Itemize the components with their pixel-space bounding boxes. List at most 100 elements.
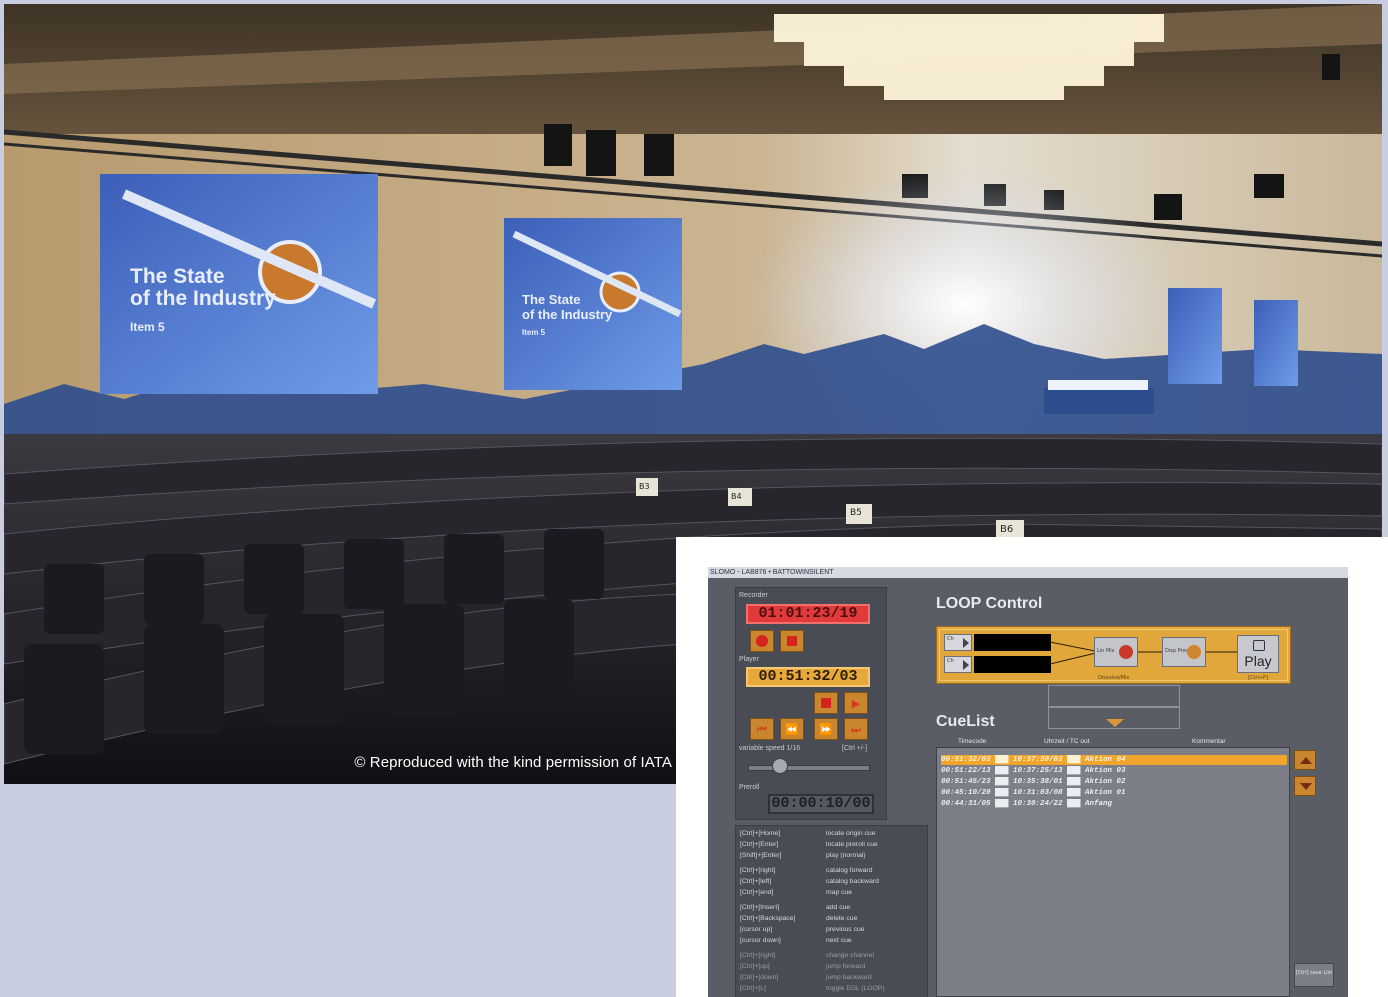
preroll-label: Preroll xyxy=(739,784,760,791)
slomo-app-frame: SLOMO - LAB876 • BATTOWINSILENT Recorder… xyxy=(676,537,1388,997)
slide2-title-line1: The State xyxy=(522,292,581,307)
shortcut-key: [Ctrl]+[Enter] xyxy=(740,841,779,848)
slide2-title-line2: of the Industry xyxy=(522,307,613,322)
cuelist-title: CueList xyxy=(936,713,995,730)
channel-2[interactable]: Ch xyxy=(944,656,1051,673)
shortcut-action: locate preroll cue xyxy=(826,841,878,848)
seat-label-b6: B6 xyxy=(1000,524,1014,535)
cue-row[interactable]: 00:45:10/20 ███ 10:31:03/08 ███ Aktion 0… xyxy=(941,788,1287,798)
loop-drop-target-2[interactable] xyxy=(1048,707,1180,729)
channel-2-label: Ch xyxy=(947,658,954,664)
preroll-timecode: 00:00:10/00 xyxy=(768,794,874,814)
slider-track xyxy=(748,765,870,771)
disp-proc-node[interactable]: Disp Proc xyxy=(1162,637,1206,667)
slide-1-text: The State of the Industry Item 5 xyxy=(130,266,276,338)
shortcut-action: previous cue xyxy=(826,926,865,933)
dissolve-label: Dissolve/Mix xyxy=(1098,675,1130,681)
cue-up-button[interactable] xyxy=(1294,750,1316,770)
shortcut-key: [Ctrl]+[end] xyxy=(740,889,774,896)
record-button[interactable] xyxy=(750,630,774,652)
slide-title-line2: of the Industry xyxy=(130,287,276,310)
loop-play-shortcut: [Ctrl+P] xyxy=(1247,675,1268,681)
shortcut-action: locate origin cue xyxy=(826,830,876,837)
shortcut-action: change channel xyxy=(826,952,874,959)
save-list-button[interactable]: [Ctrl] save List xyxy=(1294,963,1334,987)
stop-icon xyxy=(821,698,831,708)
loop-play-button[interactable]: Play xyxy=(1237,635,1279,673)
shortcut-key: [Ctrl]+[up] xyxy=(740,963,770,970)
loop-connector-3 xyxy=(1206,651,1238,653)
rewind-button[interactable]: ⏪ xyxy=(780,718,804,740)
cue-row[interactable]: 00:51:45/23 ███ 10:35:38/01 ███ Aktion 0… xyxy=(941,777,1287,787)
col-timecode: Timecode xyxy=(958,738,987,745)
skip-start-button[interactable]: ⏮ xyxy=(750,718,774,740)
channel-2-preview xyxy=(974,656,1051,673)
shortcut-key: [Ctrl]+[right] xyxy=(740,867,776,874)
slide-title-line1: The State xyxy=(130,265,225,288)
fast-forward-button[interactable]: ⏩ xyxy=(814,718,838,740)
record-stop-button[interactable] xyxy=(780,630,804,652)
shortcut-key: [Ctrl]+[L] xyxy=(740,985,766,992)
transport-panel: Recorder 01:01:23/19 Player 00:51:32/03 … xyxy=(735,587,887,820)
loop-control-box: Ch Ch Lin Mix Disp Proc Dissolve/Mix Pla… xyxy=(936,626,1291,684)
rewind-icon: ⏪ xyxy=(785,722,799,736)
channel-1[interactable]: Ch xyxy=(944,634,1051,651)
seat-label-b5: B5 xyxy=(850,508,862,518)
shortcut-key: [Ctrl]+[right] xyxy=(740,952,776,959)
shortcut-action: catalog forward xyxy=(826,867,873,874)
slide-2-text: The State of the Industry Item 5 xyxy=(522,292,612,340)
slide-subtitle: Item 5 xyxy=(130,320,165,334)
mix-icon xyxy=(1119,645,1133,659)
shortcut-action: jump backward xyxy=(826,974,872,981)
lin-mix-label: Lin Mix xyxy=(1097,648,1115,654)
stop-icon xyxy=(787,636,797,646)
slide2-subtitle: Item 5 xyxy=(522,328,546,337)
skip-end-button[interactable]: ⏭ xyxy=(844,718,868,740)
skip-start-icon: ⏮ xyxy=(757,722,767,736)
cue-row[interactable]: 00:51:22/13 ███ 10:37:25/13 ███ Aktion 0… xyxy=(941,766,1287,776)
play-button[interactable]: ▶ xyxy=(844,692,868,714)
shortcut-action: delete cue xyxy=(826,915,858,922)
arrow-down-icon xyxy=(1300,783,1312,790)
channel-1-selector[interactable]: Ch xyxy=(944,634,972,651)
loop-inner: Ch Ch Lin Mix Disp Proc Dissolve/Mix Pla… xyxy=(939,629,1288,681)
variable-speed-slider[interactable] xyxy=(744,755,874,779)
loop-control-title: LOOP Control xyxy=(936,595,1043,612)
channel-2-selector[interactable]: Ch xyxy=(944,656,972,673)
variable-speed-label: variable speed 1/16 xyxy=(739,745,801,752)
channel-1-preview xyxy=(974,634,1051,651)
seat-label-b3: B3 xyxy=(639,482,650,491)
cue-row[interactable]: 00:51:32/03 ███ 10:37:39/03 ███ Aktion 0… xyxy=(941,755,1287,765)
recorder-timecode: 01:01:23/19 xyxy=(746,604,870,624)
cue-down-button[interactable] xyxy=(1294,776,1316,796)
shortcut-key: [Ctrl]+[Home] xyxy=(740,830,781,837)
shortcut-panel: [Ctrl]+[Home] locate origin cue [Ctrl]+[En… xyxy=(735,825,928,997)
arrow-right-icon xyxy=(963,638,969,648)
channel-1-label: Ch xyxy=(947,636,954,642)
photo-credit: © Reproduced with the kind permission of… xyxy=(354,754,672,771)
fast-forward-icon: ⏩ xyxy=(819,722,833,736)
record-icon xyxy=(756,635,768,647)
lin-mix-node[interactable]: Lin Mix xyxy=(1094,637,1138,667)
col-comment: Kommentar xyxy=(1192,738,1226,745)
shortcut-key: [Ctrl]+[down] xyxy=(740,974,779,981)
shortcut-action: map cue xyxy=(826,889,853,896)
disp-proc-label: Disp Proc xyxy=(1165,648,1189,654)
slider-knob[interactable] xyxy=(772,758,788,774)
loop-drop-target[interactable] xyxy=(1048,685,1180,707)
chevron-down-icon xyxy=(1106,719,1124,727)
cuelist[interactable]: 00:51:32/03 ███ 10:37:39/03 ███ Aktion 0… xyxy=(936,747,1290,997)
cue-row[interactable]: 00:44:31/05 ███ 10:30:24/22 ███ Anfang xyxy=(941,799,1287,809)
arrow-right-icon xyxy=(963,660,969,670)
seat-label-b4: B4 xyxy=(731,492,742,501)
play-icon: ▶ xyxy=(851,696,861,710)
proc-icon xyxy=(1187,645,1201,659)
player-timecode: 00:51:32/03 xyxy=(746,667,870,687)
variable-speed-shortcut: [Ctrl +/-] xyxy=(842,745,868,752)
shortcut-action: play (normal) xyxy=(826,852,866,859)
shortcut-key: [Ctrl]+[Insert] xyxy=(740,904,780,911)
arrow-up-icon xyxy=(1300,757,1312,764)
player-stop-button[interactable] xyxy=(814,692,838,714)
loop-play-label: Play xyxy=(1244,653,1272,669)
slomo-window: SLOMO - LAB876 • BATTOWINSILENT Recorder… xyxy=(708,567,1348,997)
